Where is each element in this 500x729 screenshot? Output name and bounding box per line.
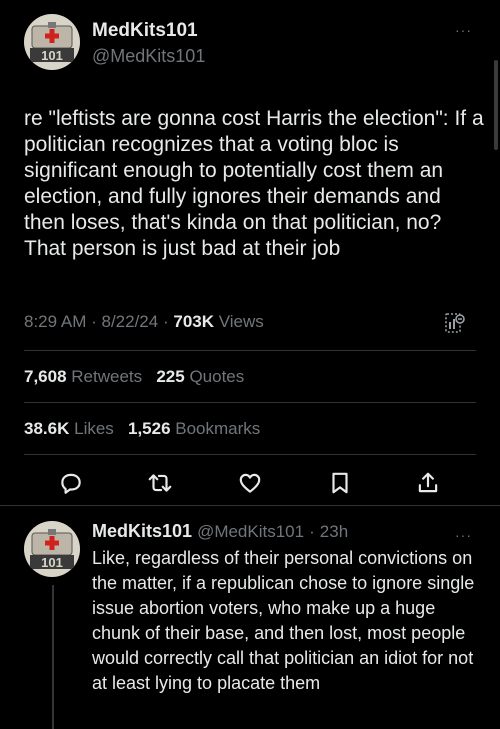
retweets-count: 7,608	[24, 367, 67, 386]
retweet-quote-stats: 7,608 Retweets 225 Quotes	[24, 367, 244, 387]
reply-separator: ·	[309, 522, 315, 541]
bookmarks-count: 1,526	[127, 419, 171, 438]
medkit-logo-image: 101	[24, 14, 80, 70]
likes-label: Likes	[74, 419, 114, 438]
divider	[24, 402, 476, 403]
scrollbar[interactable]	[494, 60, 498, 150]
likes-count: 38.6K	[24, 419, 70, 438]
author-handle[interactable]: @MedKits101	[92, 46, 205, 67]
divider	[0, 505, 500, 506]
retweets-link[interactable]: 7,608 Retweets	[24, 367, 147, 386]
quotes-count: 225	[156, 367, 185, 386]
divider	[24, 454, 476, 455]
bookmarks-link[interactable]: 1,526 Bookmarks	[128, 419, 260, 438]
analytics-icon[interactable]	[443, 311, 467, 335]
post-time[interactable]: 8:29 AM	[24, 312, 86, 331]
svg-text:101: 101	[41, 48, 63, 63]
reply-more-options-button[interactable]: ···	[455, 527, 472, 543]
bookmark-icon[interactable]	[327, 470, 353, 496]
reply-author-name[interactable]: MedKits101	[92, 521, 192, 541]
post-text: re "leftists are gonna cost Harris the e…	[24, 107, 484, 260]
reply-header: MedKits101 @MedKits101 · 23h	[92, 521, 348, 542]
author-avatar[interactable]: 101	[24, 14, 80, 70]
divider	[24, 350, 476, 351]
reply-author-avatar[interactable]: 101	[24, 521, 80, 577]
reply-author-handle[interactable]: @MedKits101	[197, 522, 304, 541]
heart-icon[interactable]	[237, 470, 263, 496]
more-options-button[interactable]: ···	[455, 22, 472, 38]
reply-text: Like, regardless of their personal convi…	[92, 548, 475, 693]
retweets-label: Retweets	[71, 367, 143, 386]
views-count: 703K	[173, 312, 214, 331]
post-date[interactable]: 8/22/24	[102, 312, 159, 331]
reply-age[interactable]: 23h	[320, 522, 348, 541]
thread-line	[52, 585, 54, 729]
quotes-label: Quotes	[189, 367, 245, 386]
author-name[interactable]: MedKits101	[92, 20, 198, 42]
svg-text:101: 101	[41, 555, 63, 570]
views-label: Views	[218, 312, 264, 331]
retweet-icon[interactable]	[147, 470, 173, 496]
action-bar	[0, 470, 500, 496]
medkit-logo-image: 101	[24, 521, 80, 577]
like-bookmark-stats: 38.6K Likes 1,526 Bookmarks	[24, 419, 260, 439]
bookmarks-label: Bookmarks	[175, 419, 261, 438]
post-meta: 8:29 AM · 8/22/24 · 703K Views	[24, 312, 264, 332]
likes-link[interactable]: 38.6K Likes	[24, 419, 119, 438]
meta-separator: ·	[162, 312, 174, 331]
quotes-link[interactable]: 225 Quotes	[156, 367, 244, 386]
comment-icon[interactable]	[58, 470, 84, 496]
share-icon[interactable]	[415, 470, 441, 496]
meta-separator: ·	[91, 312, 102, 331]
